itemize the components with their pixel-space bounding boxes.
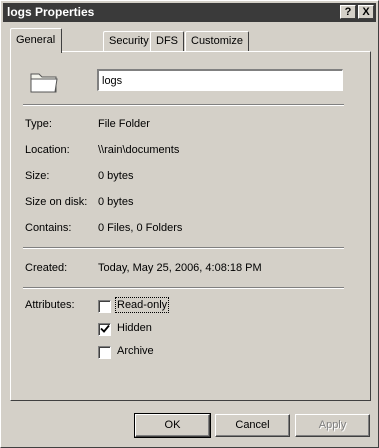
title-bar[interactable]: logs Properties ? X [3, 3, 376, 22]
size-value: 0 bytes [98, 170, 134, 182]
checkmark-icon [100, 324, 110, 333]
divider [23, 104, 344, 106]
tab-customize-label: Customize [191, 35, 243, 47]
size-on-disk-label: Size on disk: [25, 196, 88, 208]
general-tab-panel: Type: File Folder Location: \\rain\docum… [10, 51, 371, 401]
hidden-label[interactable]: Hidden [117, 322, 152, 334]
read-only-checkbox[interactable] [98, 300, 111, 313]
location-label: Location: [25, 144, 70, 156]
tab-general-label: General [16, 34, 56, 46]
cancel-button[interactable]: Cancel [215, 414, 290, 437]
apply-button[interactable]: Apply [295, 414, 370, 437]
read-only-label[interactable]: Read-only [114, 297, 170, 313]
help-button[interactable]: ? [340, 5, 356, 19]
tab-customize[interactable]: Customize [185, 31, 249, 51]
folder-icon [30, 73, 58, 93]
properties-dialog: logs Properties ? X Security DFS Customi… [0, 0, 379, 448]
tab-dfs[interactable]: DFS [150, 31, 184, 51]
archive-checkbox[interactable] [98, 346, 111, 359]
contains-value: 0 Files, 0 Folders [98, 222, 183, 234]
archive-label[interactable]: Archive [117, 345, 154, 357]
created-label: Created: [25, 262, 68, 274]
attributes-label: Attributes: [25, 299, 75, 311]
created-value: Today, May 25, 2006, 4:08:18 PM [98, 262, 262, 274]
tab-general[interactable]: General [10, 28, 62, 53]
folder-name-input[interactable] [97, 69, 343, 91]
size-label: Size: [25, 170, 50, 182]
divider [23, 247, 344, 249]
close-button[interactable]: X [358, 5, 374, 19]
tab-security-label: Security [109, 35, 149, 47]
hidden-checkbox[interactable] [98, 323, 111, 336]
divider [23, 287, 344, 289]
tab-dfs-label: DFS [156, 35, 178, 47]
size-on-disk-value: 0 bytes [98, 196, 134, 208]
contains-label: Contains: [25, 222, 72, 234]
type-label: Type: [25, 118, 52, 130]
tab-security[interactable]: Security [103, 31, 155, 51]
ok-button[interactable]: OK [134, 413, 211, 438]
window-title: logs Properties [7, 5, 95, 19]
type-value: File Folder [98, 118, 150, 130]
location-value: \\rain\documents [98, 144, 180, 156]
